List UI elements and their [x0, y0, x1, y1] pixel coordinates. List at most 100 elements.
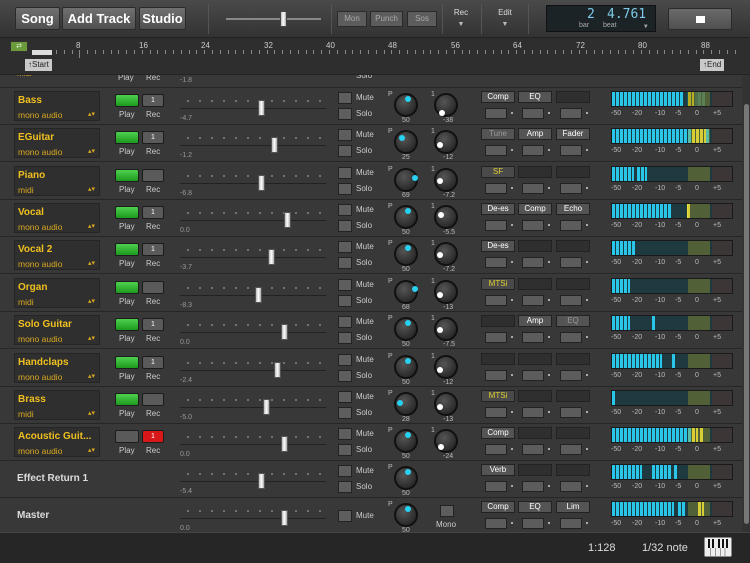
studio-button[interactable]: Studio — [139, 7, 186, 30]
fx-slot[interactable]: SF — [481, 166, 515, 178]
fx-bypass-button[interactable] — [522, 295, 544, 306]
fx-slot[interactable]: Lim — [556, 501, 590, 513]
volume-fader[interactable]: -8.3 — [180, 278, 326, 309]
punch-button[interactable]: Punch — [370, 11, 403, 27]
send-knob[interactable] — [434, 168, 458, 192]
grid-resolution[interactable]: 1:128 — [588, 542, 616, 554]
fx-slot[interactable]: Amp — [518, 128, 552, 140]
pan-knob[interactable] — [394, 205, 418, 229]
track-options-icon[interactable]: ▴▾ — [88, 110, 95, 118]
fx-slot[interactable] — [518, 278, 552, 290]
track-name-block[interactable]: Vocal 2 mono audio ▴▾ — [14, 240, 100, 270]
play-button[interactable] — [115, 243, 139, 256]
fx-slot[interactable] — [556, 353, 590, 365]
loop-toggle-button[interactable]: ⇄ — [10, 41, 28, 52]
fx-bypass-button[interactable] — [485, 481, 507, 492]
fx-slot[interactable]: Comp — [481, 427, 515, 439]
pan-knob[interactable] — [394, 168, 418, 192]
fx-bypass-button[interactable] — [485, 518, 507, 529]
solo-button[interactable] — [338, 220, 352, 232]
fx-slot[interactable]: Verb — [481, 464, 515, 476]
fx-bypass-button[interactable] — [522, 108, 544, 119]
track-options-icon[interactable]: ▴▾ — [88, 297, 95, 305]
rec-button[interactable]: 1 — [142, 318, 164, 331]
rec-button[interactable]: 1 — [142, 243, 164, 256]
fx-bypass-button[interactable] — [485, 145, 507, 156]
rec-button[interactable]: 1 — [142, 356, 164, 369]
volume-fader[interactable]: -1.2 — [180, 128, 326, 159]
mute-button[interactable] — [338, 510, 352, 522]
pan-knob[interactable] — [394, 130, 418, 154]
rec-button[interactable]: 1 — [142, 94, 164, 107]
fx-bypass-button[interactable] — [560, 407, 582, 418]
fx-slot[interactable]: MTSi — [481, 278, 515, 290]
mute-button[interactable] — [338, 354, 352, 366]
play-button[interactable] — [115, 318, 139, 331]
fx-slot[interactable] — [481, 353, 515, 365]
fx-slot[interactable] — [556, 427, 590, 439]
master-volume-slider-knob[interactable] — [280, 11, 287, 27]
fx-bypass-button[interactable] — [560, 332, 582, 343]
fx-bypass-button[interactable] — [560, 518, 582, 529]
start-marker[interactable]: ↑Start — [25, 59, 52, 71]
volume-fader[interactable]: -5.0 — [180, 390, 326, 421]
fx-slot[interactable] — [518, 427, 552, 439]
volume-fader[interactable]: 0.0 — [180, 315, 326, 346]
fx-bypass-button[interactable] — [485, 220, 507, 231]
fx-slot[interactable] — [556, 240, 590, 252]
send-knob[interactable] — [434, 429, 458, 453]
note-value[interactable]: 1/32 note — [642, 542, 688, 554]
fader-knob[interactable] — [263, 399, 271, 415]
play-button[interactable] — [115, 169, 139, 182]
timeline-ruler[interactable]: ⇄ 8 16 24 32 40 48 56 64 72 80 88 — [0, 38, 750, 75]
stop-button[interactable] — [668, 8, 732, 30]
track-options-icon[interactable]: ▴▾ — [88, 372, 95, 380]
song-button[interactable]: Song — [15, 7, 60, 30]
volume-fader[interactable]: -2.4 — [180, 353, 326, 384]
sos-button[interactable]: Sos — [407, 11, 437, 27]
pan-knob[interactable] — [394, 280, 418, 304]
volume-fader[interactable]: -3.7 — [180, 240, 326, 271]
fx-slot[interactable] — [518, 464, 552, 476]
fx-bypass-button[interactable] — [560, 295, 582, 306]
pan-knob[interactable] — [394, 392, 418, 416]
play-button[interactable] — [115, 131, 139, 144]
fx-slot[interactable] — [518, 240, 552, 252]
pan-knob[interactable] — [394, 317, 418, 341]
track-options-icon[interactable]: ▴▾ — [88, 409, 95, 417]
track-name-block[interactable]: Handclaps mono audio ▴▾ — [14, 353, 100, 383]
track-name-block[interactable]: Acoustic Guit... mono audio ▴▾ — [14, 427, 100, 457]
send-knob[interactable] — [434, 205, 458, 229]
pan-knob[interactable] — [394, 466, 418, 490]
fader-knob[interactable] — [255, 287, 263, 303]
play-button[interactable] — [115, 94, 139, 107]
mute-button[interactable] — [338, 129, 352, 141]
solo-button[interactable] — [338, 295, 352, 307]
fx-bypass-button[interactable] — [522, 257, 544, 268]
fx-slot[interactable]: Fader — [556, 128, 590, 140]
fx-bypass-button[interactable] — [560, 108, 582, 119]
mute-button[interactable] — [338, 204, 352, 216]
fx-bypass-button[interactable] — [522, 220, 544, 231]
fx-bypass-button[interactable] — [522, 481, 544, 492]
fx-slot[interactable]: Comp — [481, 91, 515, 103]
fx-slot[interactable] — [518, 166, 552, 178]
fx-slot[interactable] — [556, 91, 590, 103]
solo-button[interactable] — [338, 183, 352, 195]
fx-slot[interactable]: MTSi — [481, 390, 515, 402]
fx-slot[interactable]: Echo — [556, 203, 590, 215]
solo-button[interactable] — [338, 257, 352, 269]
play-button[interactable] — [115, 281, 139, 294]
fx-bypass-button[interactable] — [485, 332, 507, 343]
rec-button[interactable] — [142, 169, 164, 182]
fader-knob[interactable] — [271, 137, 278, 153]
mute-button[interactable] — [338, 167, 352, 179]
track-name-block[interactable]: Vocal mono audio ▴▾ — [14, 203, 100, 233]
fx-slot[interactable]: De-es — [481, 240, 515, 252]
fx-bypass-button[interactable] — [522, 370, 544, 381]
solo-button[interactable] — [338, 370, 352, 382]
fx-bypass-button[interactable] — [560, 183, 582, 194]
send-knob[interactable] — [434, 392, 458, 416]
mute-button[interactable] — [338, 428, 352, 440]
fx-bypass-button[interactable] — [485, 370, 507, 381]
